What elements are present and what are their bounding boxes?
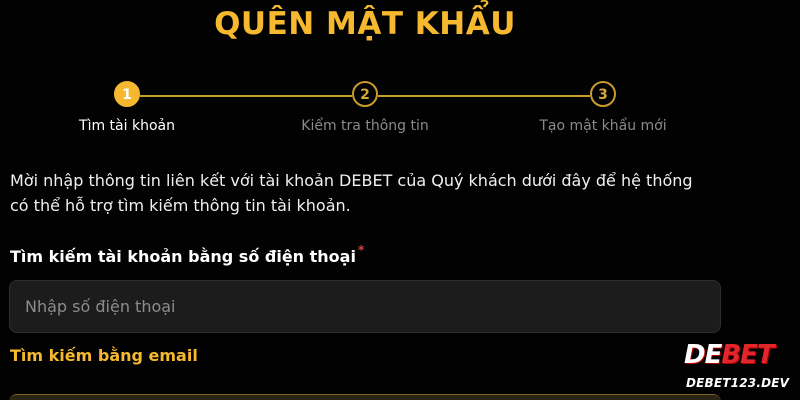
logo-wordmark: DEBET	[684, 340, 775, 370]
phone-field-label-text: Tìm kiếm tài khoản bằng số điện thoại	[10, 247, 356, 266]
step-1-indicator: 1	[114, 81, 140, 107]
step-connector-1	[140, 95, 352, 97]
phone-field-label: Tìm kiếm tài khoản bằng số điện thoại *	[10, 243, 364, 266]
step-1-label: Tìm tài khoản	[79, 118, 175, 134]
step-2-label: Kiểm tra thông tin	[301, 118, 429, 134]
required-marker: *	[357, 243, 365, 257]
step-3-label: Tạo mật khẩu mới	[539, 118, 667, 134]
debet-logo: DEBET DEBET123.DEV	[684, 340, 794, 396]
next-field-partial[interactable]	[9, 394, 721, 400]
logo-wordmark-right: BET	[721, 340, 774, 370]
instruction-text: Mời nhập thông tin liên kết với tài khoả…	[10, 171, 693, 215]
progress-stepper: 1 2 3 Tìm tài khoản Kiểm tra thông tin T…	[0, 0, 800, 150]
step-connector-2	[378, 95, 590, 97]
forgot-password-page: QUÊN MẬT KHẨU 1 2 3 Tìm tài khoản Kiểm t…	[0, 0, 800, 400]
search-by-email-link[interactable]: Tìm kiếm bằng email	[10, 346, 198, 365]
logo-domain: DEBET123.DEV	[686, 376, 790, 390]
step-2-indicator: 2	[352, 81, 378, 107]
phone-input[interactable]	[9, 280, 721, 333]
logo-wordmark-left: DE	[684, 340, 722, 370]
step-3-indicator: 3	[590, 81, 616, 107]
